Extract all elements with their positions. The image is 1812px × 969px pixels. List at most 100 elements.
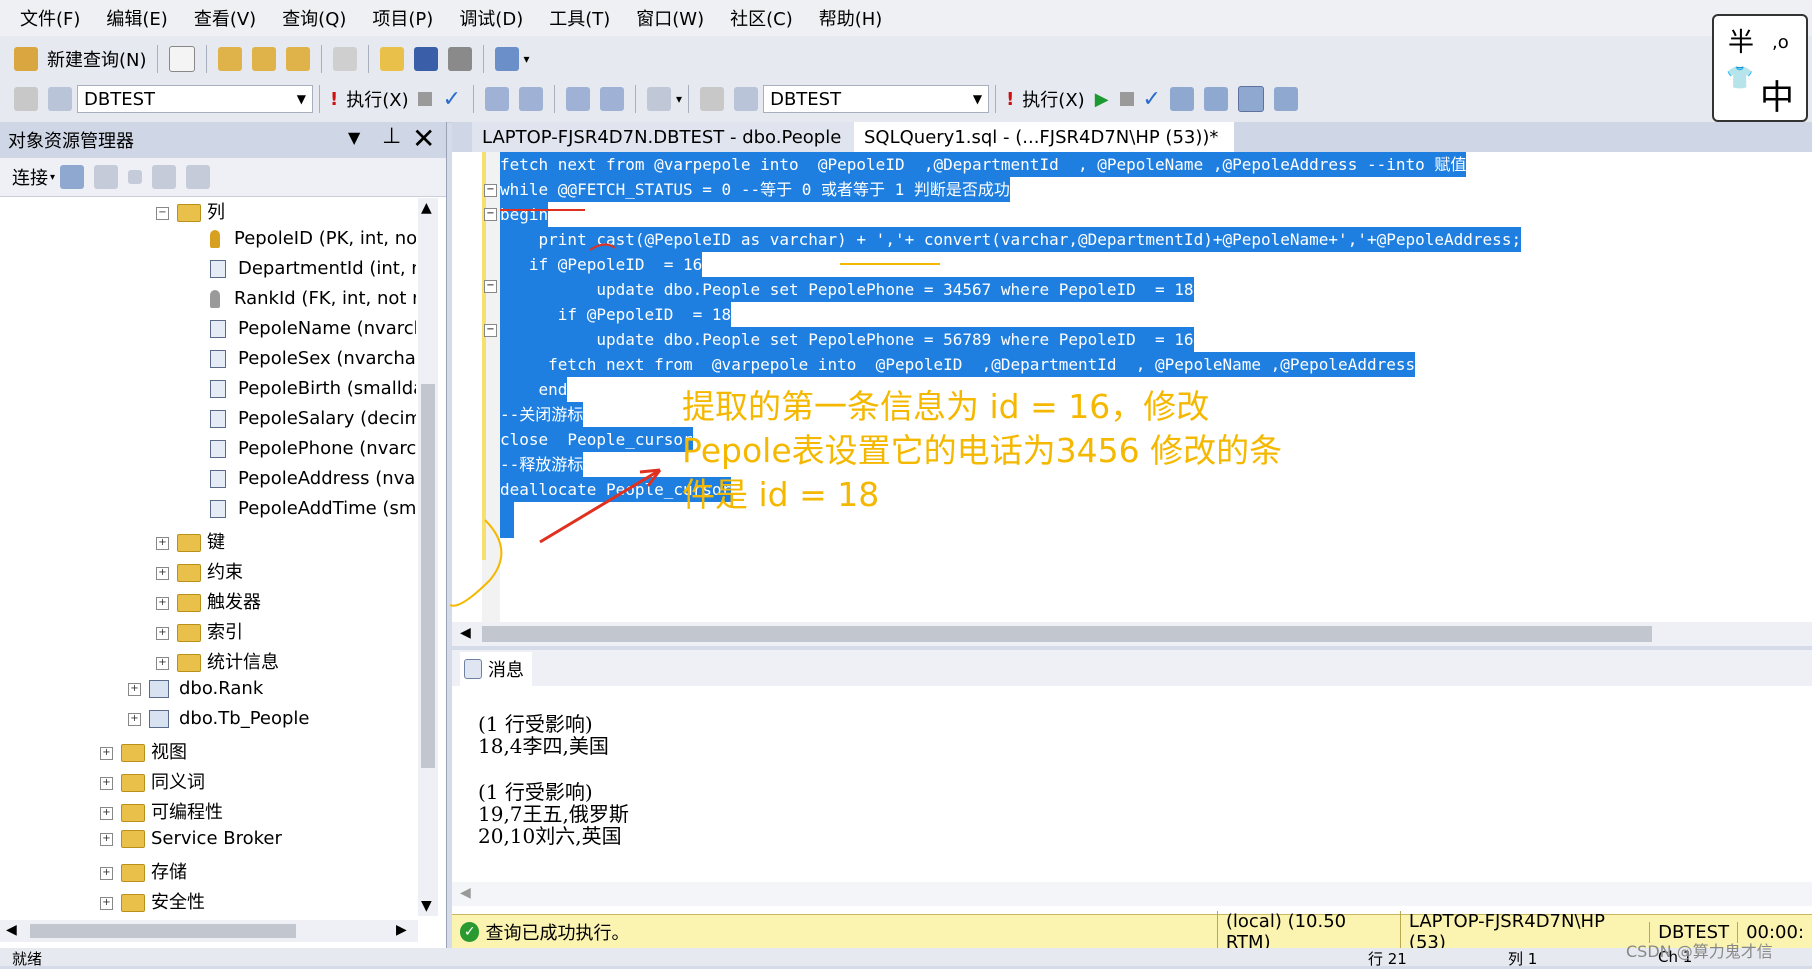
specify-values-icon[interactable]: [647, 87, 672, 111]
tree-node-column[interactable]: PepolePhone (nvarcl: [210, 438, 416, 459]
menu-help[interactable]: 帮助(H): [819, 5, 883, 31]
tab-messages[interactable]: 消息: [460, 652, 532, 686]
messages-horizontal-scrollbar[interactable]: ◀: [452, 882, 1812, 906]
collapse-icon[interactable]: −: [484, 184, 497, 197]
parse-check-icon[interactable]: ✓: [443, 87, 461, 112]
explorer-horizontal-scrollbar[interactable]: ◀ ▶: [0, 920, 418, 942]
save-icon[interactable]: [413, 47, 438, 71]
scroll-thumb[interactable]: [30, 924, 296, 938]
tree-node-column[interactable]: PepoleSalary (decim: [210, 408, 416, 429]
stop-icon[interactable]: [417, 92, 432, 106]
tree-node-columns[interactable]: − 列: [156, 198, 225, 224]
execute-button-left[interactable]: 执行(X): [346, 86, 408, 112]
collapse-icon[interactable]: −: [156, 206, 169, 220]
scroll-left-icon[interactable]: ◀: [6, 922, 17, 938]
debug-play-icon[interactable]: ▶: [1095, 89, 1109, 110]
connect-icon[interactable]: [14, 87, 38, 111]
connect-server-icon[interactable]: [60, 165, 85, 189]
activity-monitor-icon[interactable]: [494, 47, 519, 71]
scroll-down-icon[interactable]: ▼: [421, 898, 432, 914]
expand-icon[interactable]: +: [156, 656, 169, 670]
execute-button-right[interactable]: 执行(X): [1022, 86, 1084, 112]
scroll-left-icon[interactable]: ◀: [460, 625, 471, 641]
change-connection-icon-right[interactable]: [734, 87, 759, 111]
indent-icon[interactable]: [566, 87, 591, 111]
expand-icon[interactable]: +: [100, 746, 113, 760]
menu-query[interactable]: 查询(Q): [282, 5, 346, 31]
tree-node-statistics[interactable]: + 统计信息: [156, 648, 279, 674]
expand-icon[interactable]: +: [100, 776, 113, 790]
database-select-left[interactable]: DBTEST ▼: [77, 85, 313, 113]
menu-file[interactable]: 文件(F): [20, 5, 80, 31]
expand-icon[interactable]: +: [100, 806, 113, 820]
toolbar-overflow-icon[interactable]: ▾: [524, 52, 530, 66]
scroll-left-icon[interactable]: ◀: [460, 885, 471, 901]
tree-node-indexes[interactable]: + 索引: [156, 618, 243, 644]
new-query-button[interactable]: 新建查询(N): [47, 46, 147, 72]
tree-node-service-broker[interactable]: + Service Broker: [100, 828, 282, 849]
results-file-icon[interactable]: [1237, 86, 1264, 112]
tab-sql-query[interactable]: SQLQuery1.sql - (...FJSR4D7N\HP (53))*: [854, 122, 1234, 152]
query-xmla-icon[interactable]: [285, 47, 310, 71]
code-line[interactable]: fetch next from @varpepole into @PepoleI…: [500, 152, 1467, 177]
display-plan-icon[interactable]: [1203, 87, 1228, 111]
stop-icon-right[interactable]: [1119, 92, 1134, 106]
tree-node-views[interactable]: + 视图: [100, 738, 187, 764]
scroll-thumb[interactable]: [421, 384, 435, 768]
query-mdx-icon[interactable]: [251, 47, 276, 71]
include-plan-icon[interactable]: [1273, 87, 1298, 111]
disconnect-icon[interactable]: [94, 165, 119, 189]
explorer-vertical-scrollbar[interactable]: ▲ ▼: [418, 198, 438, 916]
parse-check-icon-right[interactable]: ✓: [1143, 87, 1161, 112]
expand-icon[interactable]: +: [100, 866, 113, 880]
tree-node-storage[interactable]: + 存储: [100, 858, 187, 884]
stop-icon[interactable]: [128, 170, 143, 184]
menu-project[interactable]: 项目(P): [372, 5, 433, 31]
menu-window[interactable]: 窗口(W): [636, 5, 704, 31]
database-select-right[interactable]: DBTEST ▼: [763, 85, 990, 113]
tree-node-column[interactable]: PepoleAddress (nvai: [210, 468, 416, 489]
expand-icon[interactable]: +: [128, 682, 141, 696]
expand-icon[interactable]: +: [156, 596, 169, 610]
tree-node-column[interactable]: PepoleBirth (smallda: [210, 378, 416, 399]
new-file-icon[interactable]: [168, 46, 195, 72]
menu-community[interactable]: 社区(C): [730, 5, 793, 31]
tree-node-constraints[interactable]: + 约束: [156, 558, 243, 584]
pin-icon[interactable]: ⊥: [382, 124, 401, 149]
results-text-icon[interactable]: [485, 87, 510, 111]
expand-icon[interactable]: +: [100, 896, 113, 910]
scroll-thumb[interactable]: [482, 626, 1652, 642]
connect-dropdown-icon[interactable]: ▾: [50, 172, 55, 183]
results-grid-icon[interactable]: [519, 87, 544, 111]
connect-button[interactable]: 连接: [12, 164, 48, 190]
tree-node-column[interactable]: DepartmentId (int, n: [210, 258, 416, 279]
menu-view[interactable]: 查看(V): [194, 5, 256, 31]
query-type-icon[interactable]: [217, 47, 242, 71]
tree-node-table-tb-people[interactable]: + dbo.Tb_People: [128, 708, 310, 729]
copy-icon[interactable]: [332, 47, 357, 71]
ime-indicator[interactable]: 半 ,o 👕 中: [1712, 14, 1808, 122]
open-folder-icon[interactable]: [379, 47, 404, 71]
print-icon[interactable]: [447, 47, 472, 71]
refresh-icon[interactable]: [186, 165, 211, 189]
tree-node-table-rank[interactable]: + dbo.Rank: [128, 678, 263, 699]
toolbar-overflow-icon[interactable]: ▾: [676, 92, 682, 106]
menu-tools[interactable]: 工具(T): [549, 5, 610, 31]
menu-edit[interactable]: 编辑(E): [106, 5, 167, 31]
expand-icon[interactable]: +: [128, 712, 141, 726]
expand-icon[interactable]: +: [156, 626, 169, 640]
tree-node-security[interactable]: + 安全性: [100, 888, 205, 914]
tree-node-keys[interactable]: + 键: [156, 528, 225, 554]
query-designer-icon[interactable]: [1169, 87, 1194, 111]
scroll-up-icon[interactable]: ▲: [421, 200, 432, 216]
outdent-icon[interactable]: [600, 87, 625, 111]
connect-icon-right[interactable]: [700, 87, 725, 111]
expand-icon[interactable]: +: [156, 566, 169, 580]
dropdown-icon[interactable]: ▼: [348, 128, 360, 147]
tree-node-synonyms[interactable]: + 同义词: [100, 768, 205, 794]
close-icon[interactable]: ✕: [412, 122, 435, 155]
filter-icon[interactable]: [152, 165, 177, 189]
code-line[interactable]: while @@FETCH_STATUS = 0 --等于 0 或者等于 1 判…: [500, 177, 1010, 202]
tree-node-column[interactable]: PepoleAddTime (sm: [210, 498, 416, 519]
tab-table-designer[interactable]: LAPTOP-FJSR4D7N.DBTEST - dbo.People: [472, 122, 854, 152]
